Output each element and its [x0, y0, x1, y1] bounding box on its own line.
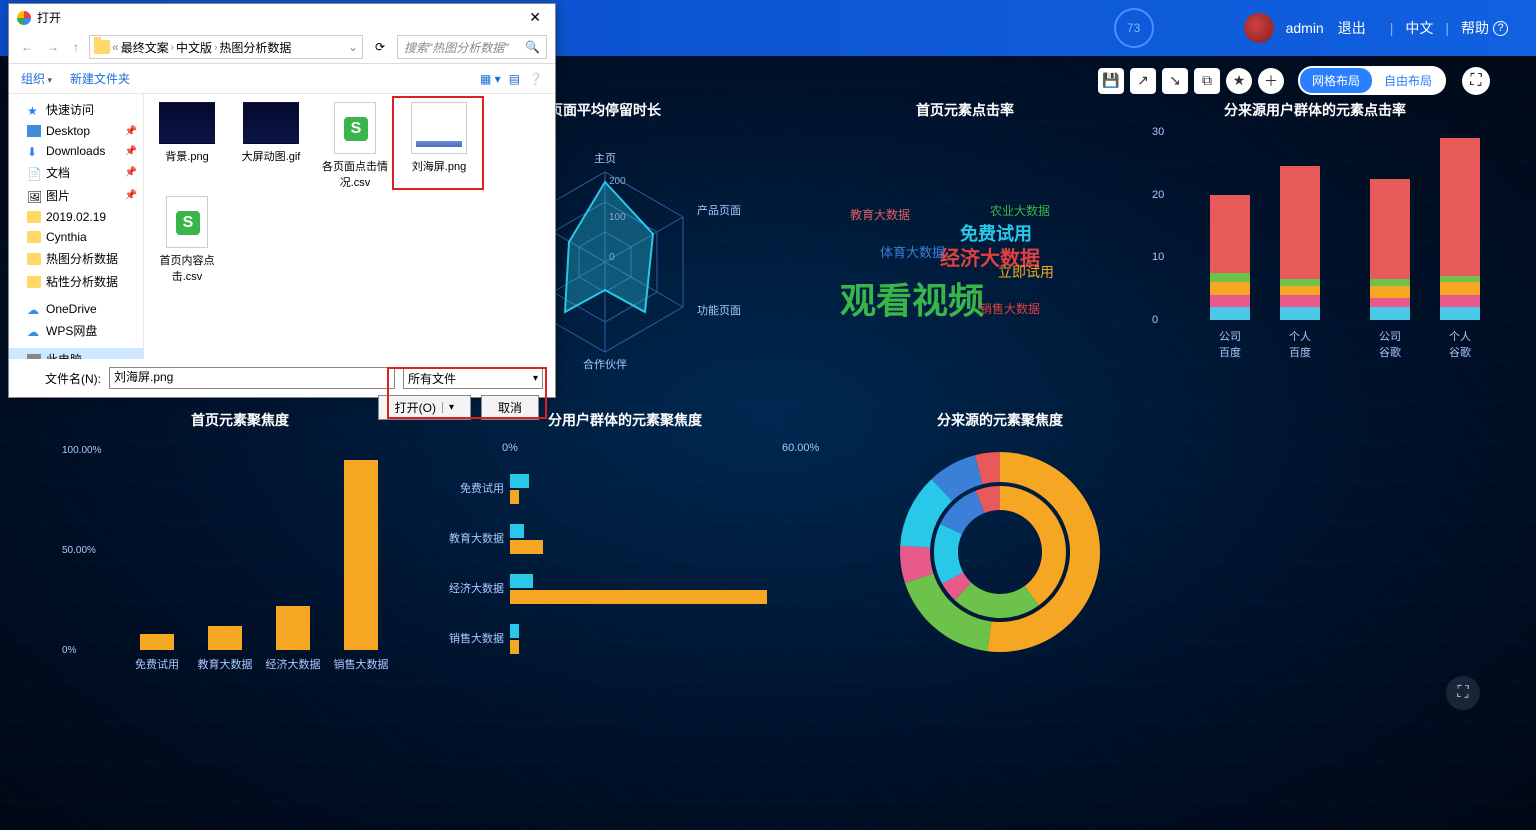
search-input[interactable]: 搜索"热图分析数据"🔍	[397, 35, 547, 59]
file-grid: 背景.png 大屏动图.gif 各页面点击情况.csv 刘海屏.png 首页内容…	[144, 94, 555, 359]
filename-label: 文件名(N):	[21, 370, 101, 387]
dashboard-toolbar: 💾 ↗ ↘ ⧉ ★ ＋ 网格布局 自由布局 ⛶	[1098, 66, 1490, 95]
free-layout-btn[interactable]: 自由布局	[1372, 68, 1444, 93]
wordcloud-panel: 首页元素点击率 观看视频 经济大数据 免费试用 立即试用 体育大数据 农业大数据…	[810, 100, 1120, 360]
help-icon[interactable]: ?	[1493, 21, 1508, 36]
cancel-button[interactable]: 取消	[481, 395, 539, 420]
avatar[interactable]	[1244, 13, 1274, 43]
add-icon[interactable]: ＋	[1258, 68, 1284, 94]
svg-text:200: 200	[609, 176, 626, 187]
sidebar-quick[interactable]: ★快速访问	[9, 98, 143, 121]
newfolder-button[interactable]: 新建文件夹	[70, 70, 130, 87]
viewlist-icon[interactable]: ▤	[509, 72, 520, 86]
logout-link[interactable]: 退出	[1338, 18, 1366, 38]
donut-panel: 分来源的元素聚焦度	[830, 410, 1170, 690]
stackbar-panel: 分来源用户群体的元素点击率 0102030公司百度个人百度公司谷歌个人谷歌	[1140, 100, 1490, 370]
hbar-chart: 0%60.00%免费试用教育大数据经济大数据销售大数据	[510, 442, 810, 672]
sidebar-downloads[interactable]: ⬇Downloads📌	[9, 141, 143, 161]
folder-icon	[94, 40, 110, 54]
sidebar-onedrive[interactable]: ☁OneDrive	[9, 299, 143, 319]
close-icon[interactable]: ✕	[523, 9, 547, 26]
file-item[interactable]: 首页内容点击.csv	[148, 196, 226, 284]
import-icon[interactable]: ↘	[1162, 68, 1188, 94]
bar1-panel: 首页元素聚焦度 0%50.00%100.00%免费试用教育大数据经济大数据销售大…	[60, 410, 420, 690]
save-icon[interactable]: 💾	[1098, 68, 1124, 94]
file-item-selected[interactable]: 刘海屏.png	[400, 102, 478, 190]
layout-toggle[interactable]: 网格布局 自由布局	[1298, 66, 1446, 95]
star-icon[interactable]: ★	[1226, 68, 1252, 94]
hbar-panel: 分用户群体的元素聚焦度 0%60.00%免费试用教育大数据经济大数据销售大数据	[440, 410, 810, 690]
sidebar-wps[interactable]: ☁WPS网盘	[9, 319, 143, 342]
nav-back-icon[interactable]: ←	[17, 38, 37, 56]
svg-text:产品页面: 产品页面	[697, 203, 741, 217]
stackbar-chart: 0102030公司百度个人百度公司谷歌个人谷歌	[1180, 132, 1490, 342]
dialog-title: 打开	[37, 9, 61, 26]
sidebar: ★快速访问 Desktop📌 ⬇Downloads📌 📄文档📌 🖼图片📌 201…	[9, 94, 144, 359]
lang-toggle[interactable]: 中文	[1405, 18, 1433, 38]
sidebar-thispc[interactable]: 此电脑	[9, 348, 143, 359]
wordcloud-chart: 观看视频 经济大数据 免费试用 立即试用 体育大数据 农业大数据 教育大数据 销…	[810, 132, 1120, 352]
fullscreen-icon[interactable]: ⛶	[1462, 67, 1490, 95]
view-icon[interactable]: ▦ ▾	[480, 72, 501, 86]
sidebar-desktop[interactable]: Desktop📌	[9, 121, 143, 141]
nav-fwd-icon[interactable]: →	[43, 38, 63, 56]
file-item[interactable]: 大屏动图.gif	[232, 102, 310, 190]
sidebar-docs[interactable]: 📄文档📌	[9, 161, 143, 184]
panel-fullscreen-icon[interactable]: ⛶	[1446, 676, 1480, 710]
username: admin	[1286, 20, 1324, 36]
open-button[interactable]: 打开(O)	[378, 395, 471, 420]
chrome-icon	[17, 11, 31, 25]
wordcloud-title: 首页元素点击率	[810, 100, 1120, 120]
sidebar-folder-2[interactable]: Cynthia	[9, 227, 143, 247]
copy-icon[interactable]: ⧉	[1194, 68, 1220, 94]
svg-text:0: 0	[609, 252, 615, 263]
nav-up-icon[interactable]: ↑	[69, 38, 83, 56]
filename-input[interactable]: 刘海屏.png	[109, 367, 395, 389]
sidebar-folder-1[interactable]: 2019.02.19	[9, 207, 143, 227]
organize-menu[interactable]: 组织	[21, 70, 52, 87]
export-icon[interactable]: ↗	[1130, 68, 1156, 94]
search-icon: 🔍	[525, 40, 540, 54]
sidebar-pics[interactable]: 🖼图片📌	[9, 184, 143, 207]
help-link[interactable]: 帮助	[1461, 18, 1489, 38]
stackbar-title: 分来源用户群体的元素点击率	[1140, 100, 1490, 120]
svg-text:合作伙伴: 合作伙伴	[583, 357, 627, 371]
file-item[interactable]: 背景.png	[148, 102, 226, 190]
filetype-select[interactable]: 所有文件	[403, 367, 543, 389]
donut-title: 分来源的元素聚焦度	[830, 410, 1170, 430]
svg-text:主页: 主页	[594, 152, 616, 165]
header-badge: 73	[1114, 8, 1154, 48]
grid-layout-btn[interactable]: 网格布局	[1300, 68, 1372, 93]
refresh-icon[interactable]: ⟳	[369, 40, 391, 54]
sidebar-folder-4[interactable]: 粘性分析数据	[9, 270, 143, 293]
bar1-chart: 0%50.00%100.00%免费试用教育大数据经济大数据销售大数据	[120, 442, 420, 672]
donut-chart	[880, 442, 1120, 662]
dlg-help-icon[interactable]: ❔	[528, 72, 543, 86]
svg-text:功能页面: 功能页面	[697, 303, 741, 317]
svg-text:100: 100	[609, 212, 626, 223]
file-item[interactable]: 各页面点击情况.csv	[316, 102, 394, 190]
sidebar-folder-3[interactable]: 热图分析数据	[9, 247, 143, 270]
file-open-dialog: 打开 ✕ ← → ↑ « 最终文案› 中文版› 热图分析数据 ⌄ ⟳ 搜索"热图…	[8, 3, 556, 398]
breadcrumb[interactable]: « 最终文案› 中文版› 热图分析数据 ⌄	[89, 35, 363, 59]
